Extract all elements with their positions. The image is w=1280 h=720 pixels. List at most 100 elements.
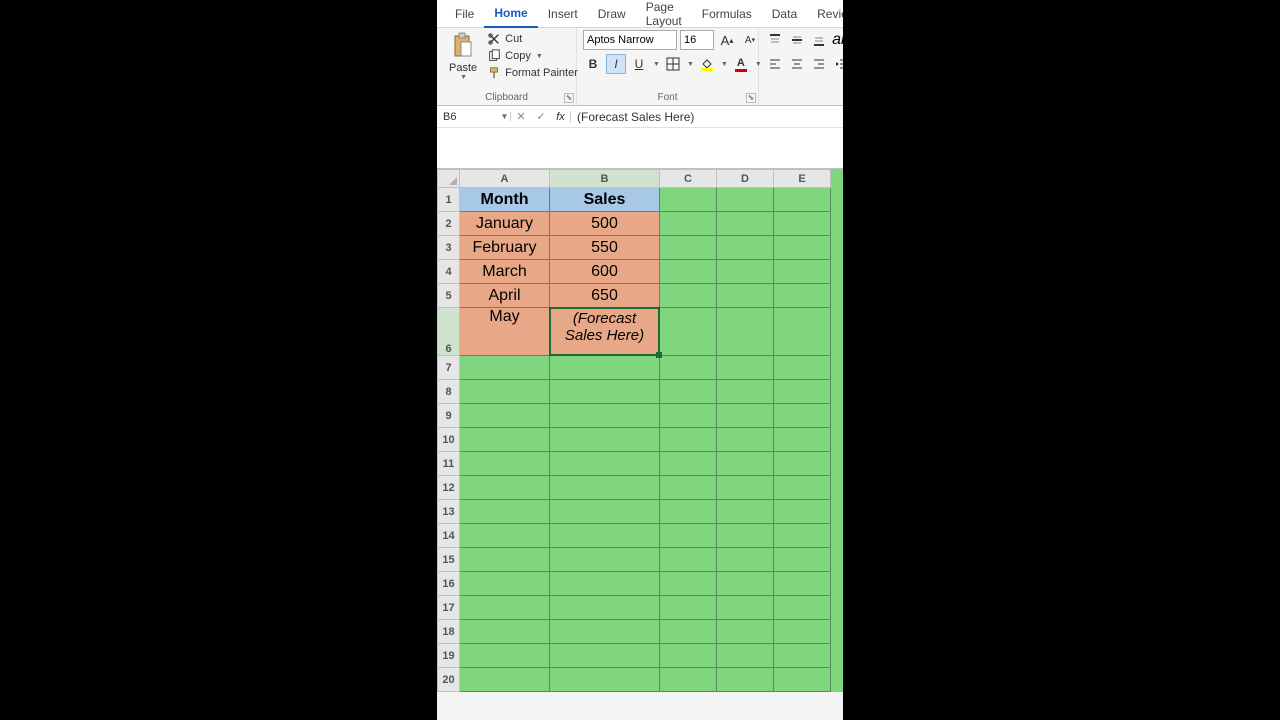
cell-E7[interactable]: [774, 356, 831, 380]
cell-B14[interactable]: [550, 524, 660, 548]
cell-A17[interactable]: [460, 596, 550, 620]
cell-B4[interactable]: 600: [550, 260, 660, 284]
cell-D16[interactable]: [717, 572, 774, 596]
borders-button[interactable]: [663, 54, 683, 74]
cell-E12[interactable]: [774, 476, 831, 500]
cell-D6[interactable]: [717, 308, 774, 356]
cell-D4[interactable]: [717, 260, 774, 284]
cell-C1[interactable]: [660, 188, 717, 212]
spreadsheet-grid[interactable]: ABCDE1MonthSales2January5003February5504…: [437, 169, 843, 692]
cell-C2[interactable]: [660, 212, 717, 236]
cell-E3[interactable]: [774, 236, 831, 260]
cell-D12[interactable]: [717, 476, 774, 500]
cell-E2[interactable]: [774, 212, 831, 236]
cell-B6[interactable]: (ForecastSales Here): [550, 308, 660, 356]
cell-C7[interactable]: [660, 356, 717, 380]
tab-insert[interactable]: Insert: [538, 1, 588, 27]
insert-function-button[interactable]: fx: [551, 111, 571, 123]
row-header-1[interactable]: 1: [438, 188, 460, 212]
cell-B12[interactable]: [550, 476, 660, 500]
cell-A3[interactable]: February: [460, 236, 550, 260]
cell-C4[interactable]: [660, 260, 717, 284]
format-painter-button[interactable]: Format Painter: [487, 66, 578, 80]
cell-E16[interactable]: [774, 572, 831, 596]
cell-A6[interactable]: May: [460, 308, 550, 356]
cell-A20[interactable]: [460, 668, 550, 692]
column-header-D[interactable]: D: [717, 170, 774, 188]
cell-E15[interactable]: [774, 548, 831, 572]
cell-C9[interactable]: [660, 404, 717, 428]
cell-B18[interactable]: [550, 620, 660, 644]
font-size-select[interactable]: [680, 30, 714, 50]
cell-D11[interactable]: [717, 452, 774, 476]
cell-E11[interactable]: [774, 452, 831, 476]
cell-B5[interactable]: 650: [550, 284, 660, 308]
cell-D1[interactable]: [717, 188, 774, 212]
column-header-E[interactable]: E: [774, 170, 831, 188]
font-color-button[interactable]: A: [731, 54, 751, 74]
row-header-17[interactable]: 17: [438, 596, 460, 620]
formula-input[interactable]: (Forecast Sales Here): [571, 106, 843, 127]
cell-C10[interactable]: [660, 428, 717, 452]
row-header-16[interactable]: 16: [438, 572, 460, 596]
cell-B10[interactable]: [550, 428, 660, 452]
cell-D20[interactable]: [717, 668, 774, 692]
decrease-indent-button[interactable]: [831, 54, 843, 74]
cell-E18[interactable]: [774, 620, 831, 644]
align-middle-button[interactable]: [787, 30, 807, 50]
cell-C14[interactable]: [660, 524, 717, 548]
cell-E13[interactable]: [774, 500, 831, 524]
cell-B20[interactable]: [550, 668, 660, 692]
bold-button[interactable]: B: [583, 54, 603, 74]
cell-C6[interactable]: [660, 308, 717, 356]
cell-A16[interactable]: [460, 572, 550, 596]
cell-E10[interactable]: [774, 428, 831, 452]
cell-D10[interactable]: [717, 428, 774, 452]
cell-C17[interactable]: [660, 596, 717, 620]
cell-E20[interactable]: [774, 668, 831, 692]
column-header-A[interactable]: A: [460, 170, 550, 188]
increase-font-button[interactable]: A▴: [717, 30, 737, 50]
name-box-dropdown[interactable]: ▼: [499, 112, 511, 121]
cut-button[interactable]: Cut: [487, 32, 578, 46]
tab-review[interactable]: Review: [807, 1, 843, 27]
row-header-19[interactable]: 19: [438, 644, 460, 668]
paste-button[interactable]: Paste ▼: [443, 30, 483, 83]
row-header-18[interactable]: 18: [438, 620, 460, 644]
cell-D17[interactable]: [717, 596, 774, 620]
cell-A14[interactable]: [460, 524, 550, 548]
row-header-12[interactable]: 12: [438, 476, 460, 500]
cell-E17[interactable]: [774, 596, 831, 620]
row-header-4[interactable]: 4: [438, 260, 460, 284]
cell-C3[interactable]: [660, 236, 717, 260]
cell-B11[interactable]: [550, 452, 660, 476]
cell-D8[interactable]: [717, 380, 774, 404]
cell-C13[interactable]: [660, 500, 717, 524]
cell-E8[interactable]: [774, 380, 831, 404]
row-header-20[interactable]: 20: [438, 668, 460, 692]
cell-A19[interactable]: [460, 644, 550, 668]
tab-file[interactable]: File: [445, 1, 484, 27]
cell-E6[interactable]: [774, 308, 831, 356]
cell-A12[interactable]: [460, 476, 550, 500]
cell-C18[interactable]: [660, 620, 717, 644]
cell-E19[interactable]: [774, 644, 831, 668]
align-left-button[interactable]: [765, 54, 785, 74]
cell-B19[interactable]: [550, 644, 660, 668]
select-all-corner[interactable]: [438, 170, 460, 188]
formula-bar-expanded[interactable]: [437, 128, 843, 168]
cell-D13[interactable]: [717, 500, 774, 524]
cell-B9[interactable]: [550, 404, 660, 428]
cell-C12[interactable]: [660, 476, 717, 500]
underline-button[interactable]: U: [629, 54, 649, 74]
cell-D9[interactable]: [717, 404, 774, 428]
cell-A5[interactable]: April: [460, 284, 550, 308]
cell-C15[interactable]: [660, 548, 717, 572]
tab-data[interactable]: Data: [762, 1, 807, 27]
align-center-button[interactable]: [787, 54, 807, 74]
row-header-11[interactable]: 11: [438, 452, 460, 476]
dialog-launcher-icon[interactable]: ⬊: [564, 93, 574, 103]
cell-B16[interactable]: [550, 572, 660, 596]
row-header-10[interactable]: 10: [438, 428, 460, 452]
cell-A13[interactable]: [460, 500, 550, 524]
